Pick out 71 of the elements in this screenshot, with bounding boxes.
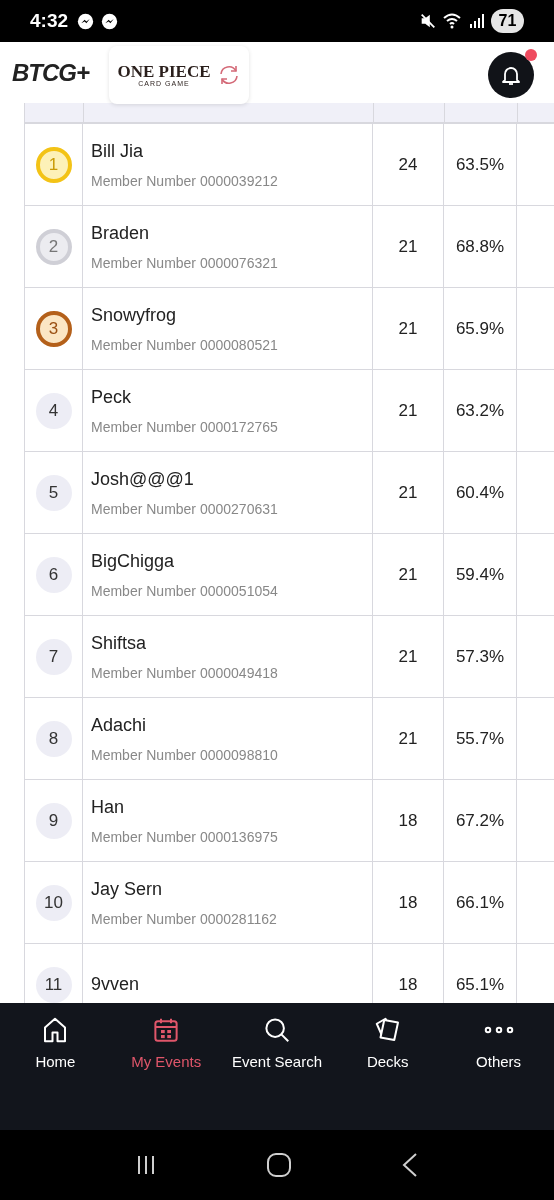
clock: 4:32 xyxy=(30,8,69,33)
player-name: BigChigga xyxy=(91,549,176,573)
rank-badge: 1 xyxy=(35,146,72,183)
player-name: Bill Jia xyxy=(91,139,144,163)
rank-badge: 6 xyxy=(35,556,72,593)
more-icon xyxy=(483,1026,514,1034)
notification-button[interactable] xyxy=(488,52,534,98)
rank-badge: 4 xyxy=(35,392,72,429)
points-value: 24 xyxy=(398,153,418,176)
player-name: 9vven xyxy=(91,973,141,996)
player-name: Han xyxy=(91,795,126,819)
mute-icon xyxy=(419,12,437,30)
percentage-value: 65.1% xyxy=(455,973,505,996)
points-value: 21 xyxy=(398,317,418,340)
points-value: 18 xyxy=(398,891,418,914)
rank-badge: 7 xyxy=(35,638,72,675)
member-number: Member Number 0000039212 xyxy=(91,171,279,191)
member-number: Member Number 0000172765 xyxy=(91,417,279,437)
messenger-icon xyxy=(101,12,119,30)
rank-badge: 9 xyxy=(35,802,72,839)
nav-tab[interactable]: Home xyxy=(0,1015,111,1074)
rank-badge: 8 xyxy=(35,720,72,757)
member-number: Member Number 0000281162 xyxy=(91,909,278,929)
member-number: Member Number 0000270631 xyxy=(91,499,279,519)
percentage-value: 68.8% xyxy=(455,235,505,258)
points-value: 21 xyxy=(398,481,418,504)
rank-badge: 2 xyxy=(35,228,72,265)
nav-tab[interactable]: Others xyxy=(443,1015,554,1074)
points-value: 21 xyxy=(398,399,418,422)
member-number: Member Number 0000136975 xyxy=(91,827,279,847)
home-button-icon[interactable] xyxy=(266,1152,292,1178)
member-number: Member Number 0000098810 xyxy=(91,745,279,765)
rank-badge: 10 xyxy=(35,884,72,921)
percentage-value: 60.4% xyxy=(455,481,505,504)
percentage-value: 63.5% xyxy=(455,153,505,176)
member-number: Member Number 0000076321 xyxy=(91,253,279,273)
points-value: 18 xyxy=(398,973,418,996)
player-name: Braden xyxy=(91,221,151,245)
percentage-value: 67.2% xyxy=(455,809,505,832)
player-name: Adachi xyxy=(91,713,148,737)
points-value: 18 xyxy=(398,809,418,832)
member-number: Member Number 0000051054 xyxy=(91,581,279,601)
player-name: Josh@@@1 xyxy=(91,467,195,491)
nav-tab[interactable]: Event Search xyxy=(221,1015,333,1074)
player-name: Shiftsa xyxy=(91,631,148,655)
member-number: Member Number 0000080521 xyxy=(91,335,279,355)
rank-badge: 3 xyxy=(35,310,72,347)
percentage-value: 63.2% xyxy=(455,399,505,422)
rank-badge: 11 xyxy=(35,966,72,1003)
rank-badge: 5 xyxy=(35,474,72,511)
nav-tab[interactable]: My Events xyxy=(110,1015,222,1074)
member-number: Member Number 0000049418 xyxy=(91,663,279,683)
percentage-value: 55.7% xyxy=(455,727,505,750)
player-name: Peck xyxy=(91,385,133,409)
percentage-value: 57.3% xyxy=(455,645,505,668)
player-name: Jay Sern xyxy=(91,877,164,901)
points-value: 21 xyxy=(398,727,418,750)
search-icon xyxy=(262,1015,292,1045)
app-logo: BTCG+ xyxy=(12,57,89,88)
percentage-value: 65.9% xyxy=(455,317,505,340)
messenger-icon xyxy=(77,12,95,30)
signal-icon xyxy=(469,13,485,29)
battery-indicator: 71 xyxy=(491,9,524,33)
game-title: ONE PIECE xyxy=(117,63,211,80)
percentage-value: 66.1% xyxy=(455,891,505,914)
points-value: 21 xyxy=(398,645,418,668)
points-value: 21 xyxy=(398,235,418,258)
player-name: Snowyfrog xyxy=(91,303,178,327)
nav-tab[interactable]: Decks xyxy=(332,1015,444,1074)
percentage-value: 59.4% xyxy=(455,563,505,586)
points-value: 21 xyxy=(398,563,418,586)
